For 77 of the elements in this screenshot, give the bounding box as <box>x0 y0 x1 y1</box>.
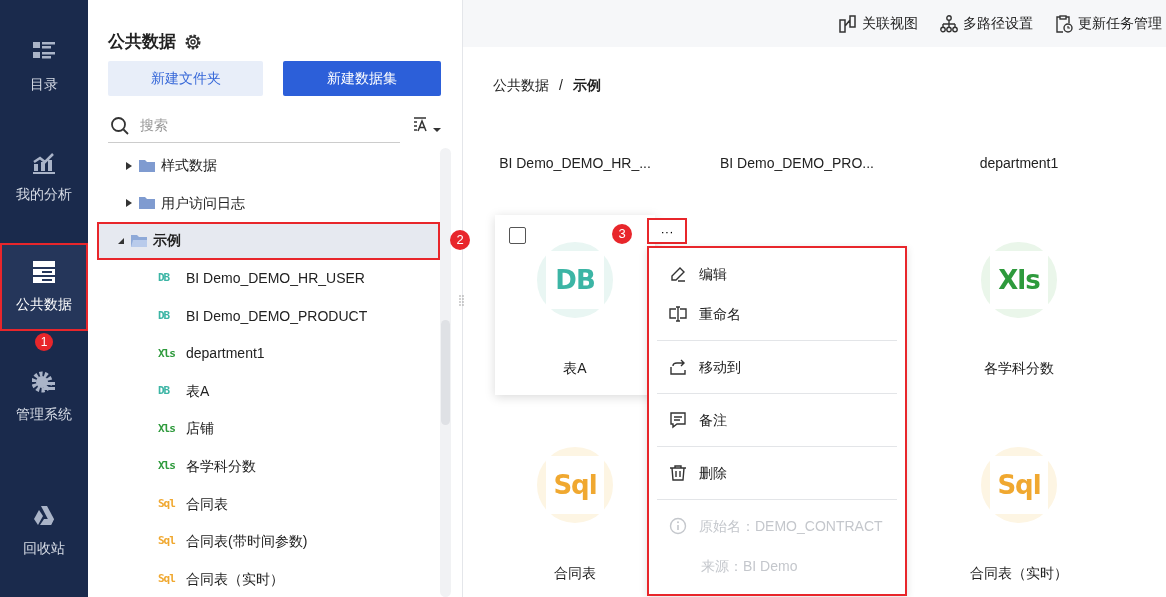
gear-icon <box>32 370 56 394</box>
tree-item[interactable]: Xls 店铺 <box>97 410 440 448</box>
callout-badge: 1 <box>35 333 53 351</box>
sidebar-item[interactable]: 我的分析 <box>0 133 88 221</box>
dataset-name[interactable]: department1 <box>909 153 1129 174</box>
dataset-type-icon: Sql <box>537 447 613 523</box>
folder-icon <box>139 196 155 211</box>
dataset-name[interactable]: BI Demo_DEMO_HR_... <box>465 153 685 174</box>
tree-item[interactable]: Sql 合同表 <box>97 485 440 523</box>
text-cursor-icon <box>669 305 687 323</box>
drag-handle-icon <box>459 295 464 308</box>
menu-item: 来源：BI Demo <box>700 556 799 576</box>
dataset-name[interactable]: 各学科分数 <box>909 358 1129 379</box>
breadcrumb-separator: / <box>559 76 563 95</box>
file-type-icon: Xls <box>158 458 180 475</box>
caret-right-icon <box>125 199 133 208</box>
tree-item[interactable]: Xls department1 <box>97 334 440 373</box>
dataset-type-icon: DB <box>537 242 613 318</box>
file-type-icon: DB <box>158 307 180 325</box>
file-type-icon: DB <box>158 270 180 287</box>
clipboard-icon <box>1055 14 1073 33</box>
sidebar-item[interactable]: 管理系统 <box>0 353 88 441</box>
comment-icon <box>669 411 687 429</box>
callout-badge: 2 <box>450 230 470 251</box>
tree-item[interactable]: DB BI Demo_DEMO_PRODUCT <box>97 297 440 335</box>
tree-item[interactable]: DB 表A <box>97 372 440 411</box>
info-icon <box>669 517 687 535</box>
checkbox[interactable] <box>509 227 526 244</box>
sidebar-item[interactable]: 公共数据 <box>0 243 88 331</box>
tree-item[interactable]: Sql 合同表（实时） <box>97 560 440 597</box>
dataset-name[interactable]: BI Demo_DEMO_PRO... <box>687 153 907 174</box>
menu-item[interactable]: 编辑 <box>649 254 905 294</box>
menu-item[interactable]: 删除 <box>649 453 905 493</box>
menu-item[interactable]: 备注 <box>649 400 905 440</box>
file-type-icon: Sql <box>158 495 180 513</box>
file-type-icon: Xls <box>158 345 180 362</box>
tree-item[interactable]: DB BI Demo_DEMO_HR_USER <box>97 259 440 298</box>
pencil-icon <box>669 265 687 283</box>
database-icon <box>32 260 56 284</box>
toolbar-button[interactable]: 多路径设置 <box>940 13 1033 34</box>
menu-item[interactable]: 移动到 <box>649 347 905 387</box>
trash-icon <box>669 464 687 482</box>
panel-title: 公共数据 <box>108 30 176 53</box>
folder-icon <box>139 158 155 173</box>
scrollbar[interactable] <box>440 148 451 597</box>
triangle-icon <box>32 504 56 528</box>
caret-down-icon <box>117 237 125 245</box>
tree-item[interactable]: Xls 各学科分数 <box>97 447 440 486</box>
file-type-icon: DB <box>158 383 180 400</box>
file-type-icon: Sql <box>158 571 180 588</box>
breadcrumb-item[interactable]: 公共数据 <box>493 75 549 115</box>
menu-item[interactable]: 重命名 <box>649 294 905 334</box>
dataset-type-icon: Sql <box>981 447 1057 523</box>
toolbar-button[interactable]: 更新任务管理 <box>1055 13 1162 34</box>
sidebar-item[interactable]: 目录 <box>0 23 88 111</box>
relation-view-icon <box>839 14 857 33</box>
dataset-name[interactable]: 合同表（实时） <box>909 563 1129 584</box>
chart-icon <box>32 150 56 174</box>
hierarchy-icon <box>940 14 958 33</box>
tree-item[interactable]: 样式数据 <box>97 147 440 185</box>
caret-right-icon <box>125 161 133 170</box>
tree-item[interactable]: Sql 合同表(带时间参数) <box>97 522 440 561</box>
share-arrow-icon <box>669 358 687 376</box>
button[interactable]: 新建数据集 <box>283 61 441 96</box>
folder-icon <box>131 234 147 248</box>
file-type-icon: Sql <box>158 533 180 550</box>
sidebar-item[interactable]: 回收站 <box>0 487 88 575</box>
menu-item: 原始名：DEMO_CONTRACT <box>649 506 905 546</box>
dataset-type-icon: Xls <box>981 242 1057 318</box>
tree-item[interactable]: 用户访问日志 <box>97 184 440 223</box>
button[interactable]: 新建文件夹 <box>108 61 263 96</box>
tree-item[interactable]: 示例 <box>97 222 440 260</box>
file-type-icon: Xls <box>158 420 180 438</box>
settings-icon <box>184 32 202 51</box>
more-button[interactable]: ··· <box>647 218 687 244</box>
toolbar-button[interactable]: 关联视图 <box>839 13 918 34</box>
breadcrumb-item[interactable]: 示例 <box>572 75 601 115</box>
